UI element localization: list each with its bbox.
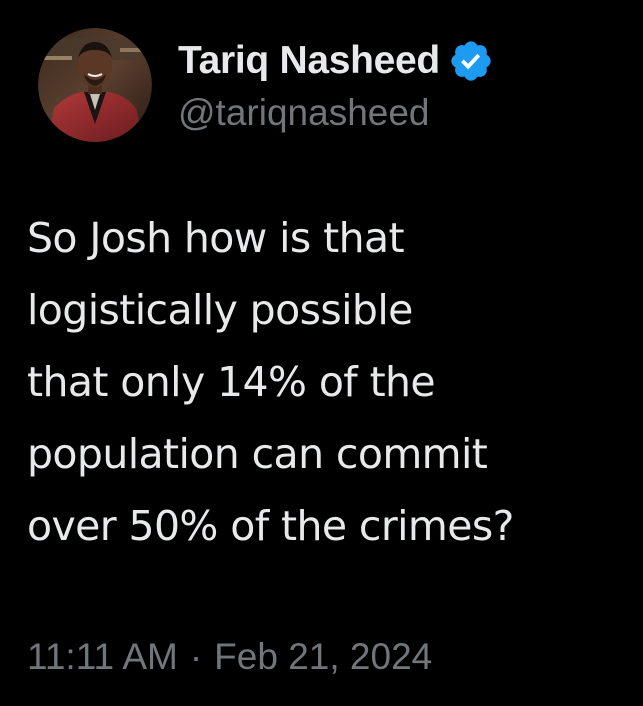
tweet-timestamp[interactable]: 11:11 AM · Feb 21, 2024 — [27, 636, 432, 678]
tweet-text-line: population can commit — [27, 430, 488, 478]
tweet-text-line: So Josh how is that — [27, 214, 405, 262]
tweet-header: Tariq Nasheed @tariqnasheed — [38, 24, 494, 154]
author-handle[interactable]: @tariqnasheed — [178, 92, 494, 134]
tweet-date: Feb 21, 2024 — [214, 636, 433, 677]
author-avatar[interactable] — [38, 28, 152, 142]
display-name-row: Tariq Nasheed — [178, 36, 494, 86]
verified-badge-icon[interactable] — [448, 38, 494, 84]
tweet-time: 11:11 AM — [27, 636, 178, 677]
author-display-name[interactable]: Tariq Nasheed — [178, 39, 440, 83]
author-names: Tariq Nasheed @tariqnasheed — [178, 36, 494, 134]
tweet-text-line: that only 14% of the — [27, 358, 436, 406]
tweet-card: Tariq Nasheed @tariqnasheed So Josh how … — [0, 0, 643, 706]
tweet-text-line: over 50% of the crimes? — [27, 502, 514, 550]
tweet-text: So Josh how is that logistically possibl… — [27, 202, 627, 562]
tweet-text-line: logistically possible — [27, 286, 413, 334]
timestamp-separator: · — [189, 636, 203, 677]
